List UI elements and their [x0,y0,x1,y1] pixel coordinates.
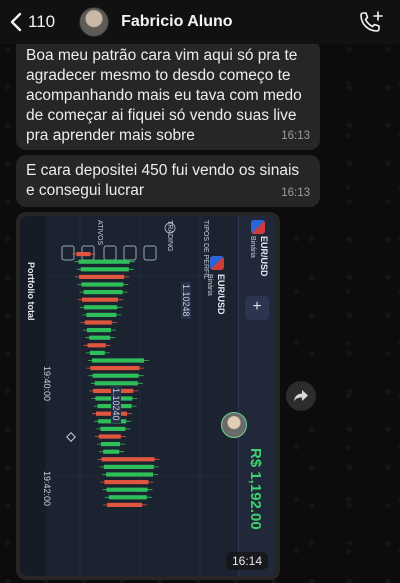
forward-arrow-icon [294,390,308,402]
message-time: 16:13 [281,130,310,142]
back-button[interactable]: 110 [10,12,55,32]
tab-pair-name[interactable]: EUR/USD [259,236,269,277]
market-type: Binária [206,274,213,296]
price-label: 1.10240 [111,386,121,423]
price-label: 1.10248 [181,282,191,319]
menu-item[interactable]: TRADING [166,220,173,252]
message-text: Boa meu patrão cara vim aqui só pra te a… [26,47,302,144]
phone-plus-icon[interactable] [358,10,384,34]
contact-name[interactable]: Fabricio Aluno [121,13,232,31]
menu-item[interactable]: TIPOS DE PERFIL [202,220,209,279]
pair-flag-icon [210,256,224,270]
contact-avatar[interactable] [79,7,110,37]
incoming-message[interactable]: Boa meu patrão cara vim aqui só pra te a… [16,40,320,150]
chevron-left-icon [10,12,22,32]
trader-avatar[interactable] [221,412,247,438]
account-balance: R$ 1,192.00 [247,448,264,530]
message-time: 16:13 [281,187,310,199]
unread-count: 110 [28,12,56,31]
chart-title: Portfolio total [26,262,36,321]
forward-button[interactable] [286,381,316,411]
chat-header: 110 Fabricio Aluno [0,0,400,44]
image-message[interactable]: Portfolio total 19:40:00 19:42:00 1.1024… [16,212,280,580]
add-asset-button[interactable]: + [245,296,269,320]
trading-screenshot[interactable]: Portfolio total 19:40:00 19:42:00 1.1024… [20,216,276,576]
tab-market-type: Binária [249,236,256,258]
trading-side-panel: EUR/USD Binária + R$ 1,192.00 [221,216,276,576]
menu-item[interactable]: ATIVOS [96,220,103,245]
time-label: 19:40:00 [42,366,52,402]
pair-name[interactable]: EUR/USD [216,274,226,315]
image-time: 16:14 [225,552,268,570]
incoming-message[interactable]: E cara depositei 450 fui vendo os sinais… [16,155,320,207]
time-label: 19:42:00 [42,471,52,507]
message-text: E cara depositei 450 fui vendo os sinais… [26,162,300,199]
pair-flag-icon [251,220,265,234]
